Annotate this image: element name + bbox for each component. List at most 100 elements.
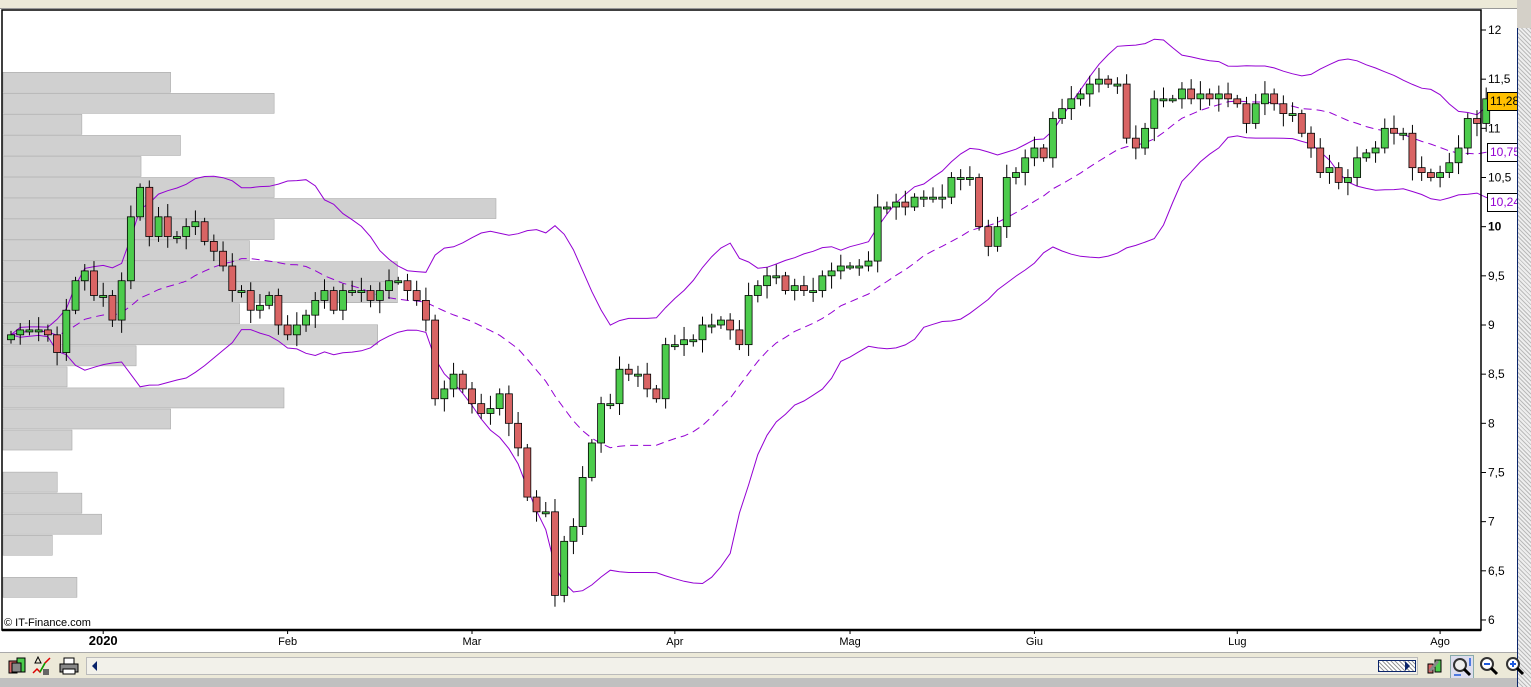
candle-down — [145, 186, 154, 237]
candle-up — [855, 265, 864, 269]
chart-settings-icon[interactable] — [1424, 655, 1446, 677]
candle-down — [523, 447, 532, 498]
candle-up — [1085, 83, 1094, 95]
candle-up — [680, 339, 688, 346]
volume-profile-bar — [2, 513, 102, 535]
candle-up — [486, 408, 495, 414]
candle-up — [440, 388, 449, 400]
candle-down — [726, 319, 735, 331]
volume-profile-bar — [2, 429, 73, 451]
x-tick-label: Ago — [1430, 636, 1450, 648]
candle-up — [578, 477, 587, 527]
zoom-fit-icon[interactable] — [1450, 655, 1474, 679]
candle-down — [800, 285, 808, 291]
volume-profile-bar — [2, 93, 275, 114]
candle-up — [62, 309, 71, 353]
candle-up — [606, 403, 615, 407]
save-chart-icon[interactable] — [6, 655, 28, 677]
volume-profile-bar — [2, 387, 285, 409]
candle-up — [1076, 93, 1085, 100]
candle-up — [292, 324, 301, 336]
candle-up — [1067, 98, 1076, 110]
candle-up — [1371, 147, 1380, 154]
candle-up — [1454, 147, 1463, 164]
candle-down — [431, 319, 440, 400]
candle-down — [781, 275, 790, 291]
candle-down — [624, 368, 633, 375]
candle-up — [311, 300, 320, 316]
volume-profile-bar — [2, 408, 171, 430]
candle-up — [71, 280, 80, 311]
candle-down — [283, 324, 292, 336]
candle-down — [1316, 147, 1325, 173]
y-tick-label: 11 — [1488, 121, 1501, 135]
zoom-in-icon[interactable] — [1504, 655, 1526, 677]
zoom-out-icon[interactable] — [1478, 655, 1500, 677]
bottom-toolbar — [0, 652, 1525, 679]
candle-down — [1224, 93, 1232, 100]
volume-profile-bar — [2, 219, 275, 240]
candle-up — [818, 275, 827, 291]
candle-up — [541, 511, 550, 515]
candle-down — [228, 265, 237, 291]
candle-up — [1261, 93, 1269, 105]
candle-up — [809, 290, 818, 293]
candle-down — [1334, 167, 1343, 183]
candle-up — [883, 206, 891, 210]
candle-down — [901, 201, 910, 208]
candle-down — [274, 295, 283, 326]
candle-up — [357, 290, 366, 293]
candle-down — [366, 290, 375, 301]
candle-up — [587, 442, 596, 478]
candle-up — [560, 540, 569, 596]
volume-profile-bar — [2, 198, 497, 219]
candle-up — [965, 177, 974, 180]
print-icon[interactable] — [58, 655, 80, 677]
candle-up — [1325, 167, 1334, 173]
indicators-icon[interactable] — [31, 655, 53, 677]
candle-up — [320, 290, 329, 301]
y-tick-label: 7 — [1488, 515, 1495, 529]
x-tick-label: Giu — [1026, 636, 1043, 648]
candle-up — [1436, 172, 1444, 178]
y-tick-label: 9,5 — [1488, 269, 1505, 283]
candle-up — [1030, 147, 1039, 159]
chart-area[interactable]: 12 11,5 11 10,5 10 9,5 9 8,5 8 7,5 7 6,5 6 2020 Feb Mar… — [0, 9, 1523, 652]
candle-down — [219, 250, 227, 267]
candle-up — [182, 226, 191, 237]
candle-up — [1002, 177, 1011, 228]
candle-up — [25, 329, 34, 333]
candle-up — [615, 368, 624, 405]
candle-up — [1150, 98, 1159, 129]
candle-down — [90, 270, 98, 296]
candle-up — [938, 196, 947, 200]
candle-up — [136, 186, 144, 218]
candle-down — [1279, 103, 1288, 114]
candle-up — [394, 280, 403, 284]
candle-up — [892, 201, 901, 208]
candle-up — [929, 196, 937, 200]
candle-down — [1417, 167, 1426, 173]
candle-down — [1426, 172, 1435, 178]
candle-down — [1233, 98, 1242, 105]
candle-up — [634, 373, 642, 377]
candle-up — [1399, 132, 1408, 136]
candle-up — [1214, 93, 1223, 100]
candle-up — [744, 295, 753, 346]
y-tick-label: 6 — [1488, 613, 1495, 627]
scroll-right-icon[interactable] — [1404, 661, 1412, 671]
volume-profile-bar — [2, 577, 78, 598]
candle-up — [375, 290, 384, 301]
scroll-left-icon[interactable] — [91, 661, 99, 671]
horizontal-scrollbar[interactable] — [86, 657, 1418, 675]
candle-down — [412, 290, 421, 301]
candle-up — [191, 221, 200, 228]
candle-down — [504, 393, 513, 424]
candlestick-chart[interactable]: 12 11,5 11 10,5 10 9,5 9 8,5 8 7,5 7 6,5 6 2020 Feb Mar… — [0, 9, 1517, 652]
candle-up — [717, 319, 725, 326]
candle-down — [200, 221, 209, 242]
candle-down — [643, 373, 652, 390]
candle-down — [209, 241, 218, 252]
candle-up — [117, 280, 126, 321]
vertical-scrollbar[interactable] — [1517, 28, 1531, 687]
